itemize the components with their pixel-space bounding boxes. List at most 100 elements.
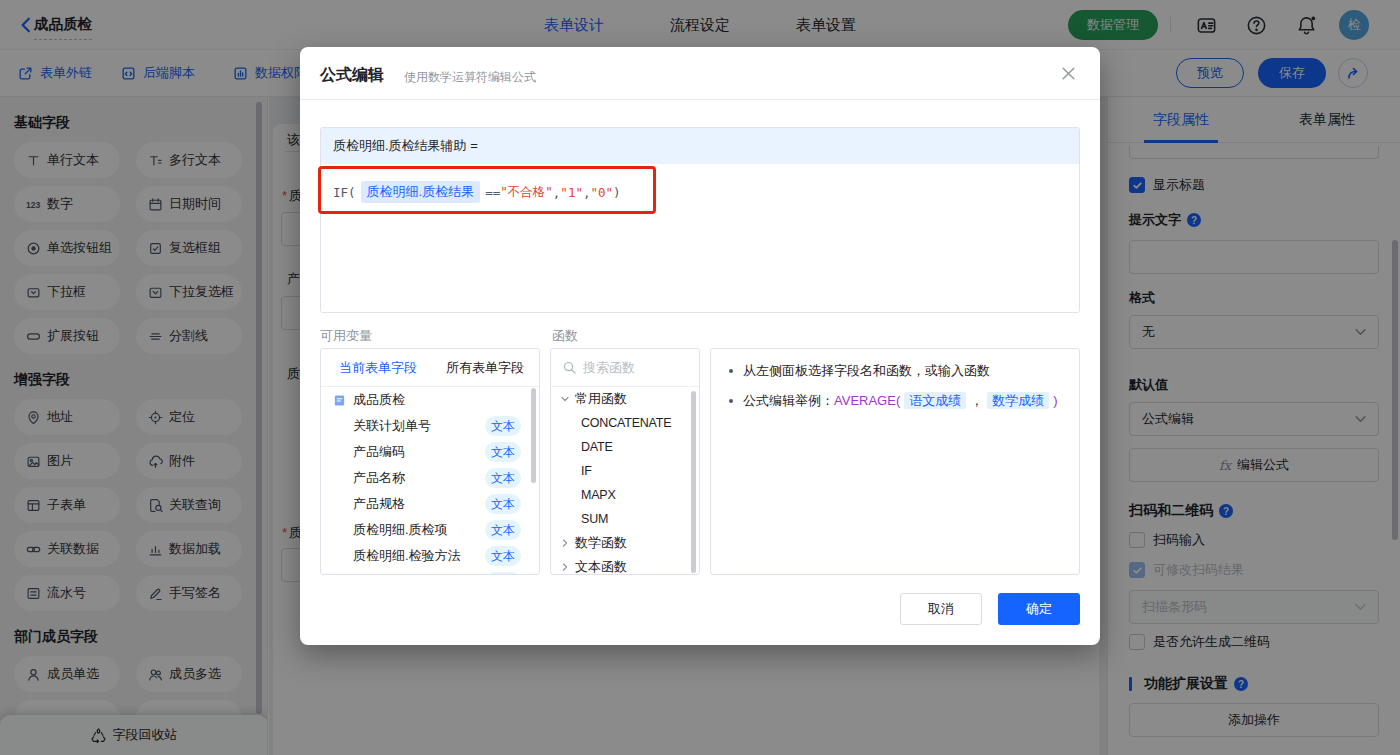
scan-section-label: 扫码和二维码? [1129,502,1233,520]
ext-section-label: 功能扩展设置? [1129,675,1248,693]
back-icon[interactable] [17,16,35,34]
ext-help-icon[interactable]: ? [1234,677,1248,691]
bell-icon[interactable] [1296,15,1317,36]
preview-button[interactable]: 预览 [1176,58,1244,88]
toolbar-link-external-link[interactable]: 表单外链 [18,50,92,96]
member-multi-icon [148,667,163,682]
variables-scrollbar[interactable] [531,388,536,483]
cancel-button[interactable]: 取消 [900,593,982,625]
variable-row-partial[interactable]: 文本 [321,569,539,575]
function-item[interactable]: IF [551,459,699,483]
field-item-radio-group[interactable]: 单选按钮组 [14,230,120,266]
field-type-tag: 文本 [485,494,521,514]
form-node[interactable]: 成品质检 [321,387,539,413]
signature-icon [148,586,163,601]
field-item-location[interactable]: 定位 [136,399,242,435]
qr-allow-checkbox[interactable]: 是否允许生成二维码 [1129,633,1270,651]
edit-formula-button[interactable]: fx编辑公式 [1129,448,1379,482]
form-title[interactable]: 成品质检 [34,15,92,40]
palette-section-title: 部门成员字段 [14,628,267,646]
formula-field-pill[interactable]: 质检明细.质检结果 [361,181,481,203]
variable-row[interactable]: 质检明细.检验方法文本 [321,543,539,569]
function-item[interactable]: SUM [551,507,699,531]
panel-scrollbar[interactable] [1392,240,1398,540]
field-item-number[interactable]: 123数字 [14,186,120,222]
field-item-member-single[interactable]: 成员单选 [14,656,120,692]
function-item[interactable]: CONCATENATE [551,411,699,435]
variable-row[interactable]: 产品名称文本 [321,465,539,491]
function-group[interactable]: 数学函数 [551,531,699,555]
field-item-divider[interactable]: 分割线 [136,318,242,354]
field-recycle-bin[interactable]: 字段回收站 [0,715,268,755]
field-item-select[interactable]: 下拉框 [14,274,120,310]
field-item-datetime[interactable]: 日期时间 [136,186,242,222]
avatar[interactable]: 检 [1339,10,1369,40]
function-group[interactable]: 常用函数 [551,387,699,411]
field-item-signature[interactable]: 手写签名 [136,575,242,611]
hint-help-icon[interactable]: ? [1187,213,1201,227]
number-icon: 123 [26,197,41,212]
save-button[interactable]: 保存 [1258,58,1326,88]
function-item[interactable]: DATE [551,435,699,459]
field-item-multi-text[interactable]: 多行文本 [136,142,242,178]
formula-editor: 质检明细.质检结果辅助 = IF(质检明细.质检结果=="不合格","1","0… [320,127,1080,313]
topbar-tab-0[interactable]: 表单设计 [544,16,604,35]
field-item-attachment[interactable]: 附件 [136,443,242,479]
field-item-image[interactable]: 图片 [14,443,120,479]
field-item-link-data[interactable]: 关联数据 [14,531,120,567]
title-input-partial[interactable] [1129,146,1379,159]
toolbar-link-data-permission[interactable]: 数据权限 [233,50,307,96]
help-icon[interactable] [1246,15,1267,36]
function-search[interactable]: 搜索函数 [551,349,699,387]
function-group[interactable]: 文本函数 [551,555,699,575]
field-item-checkbox-group[interactable]: 复选框组 [136,230,242,266]
variable-row[interactable]: 关联计划单号文本 [321,413,539,439]
serial-icon [26,586,41,601]
toolbar-link-script[interactable]: 后端脚本 [121,50,195,96]
variable-row[interactable]: 质检明细.质检项文本 [321,517,539,543]
field-item-ext-button[interactable]: 扩展按钮 [14,318,120,354]
field-item-data-load[interactable]: 数据加载 [136,531,242,567]
sidebar-scrollbar[interactable] [256,102,262,714]
variable-row[interactable]: 产品规格文本 [321,491,539,517]
ok-button[interactable]: 确定 [998,593,1080,625]
modal-subtitle: 使用数学运算符编辑公式 [404,69,536,86]
default-value-select[interactable]: 公式编辑 [1129,402,1379,436]
var-tab-1[interactable]: 所有表单字段 [446,359,524,377]
scan-help-icon[interactable]: ? [1219,504,1233,518]
field-item-subform[interactable]: 子表单 [14,487,120,523]
format-select[interactable]: 无 [1129,315,1379,349]
hint-text-input[interactable] [1129,240,1379,274]
field-label-fragment: 质 [287,365,300,383]
add-action-button[interactable]: 添加操作 [1129,703,1379,737]
variables-label: 可用变量 [320,327,372,345]
show-title-label: 显示标题 [1153,176,1205,194]
topbar-tab-1[interactable]: 流程设定 [670,16,730,35]
topbar-tab-2[interactable]: 表单设置 [796,16,856,35]
translate-icon[interactable] [1196,15,1217,36]
close-icon[interactable] [1061,66,1076,81]
var-tab-0[interactable]: 当前表单字段 [339,359,417,377]
scan-barcode-select: 扫描条形码 [1129,590,1379,624]
panel-tab-1[interactable]: 表单属性 [1254,97,1400,142]
field-item-link-query[interactable]: 关联查询 [136,487,242,523]
functions-scrollbar[interactable] [691,391,696,573]
field-item-single-text[interactable]: 单行文本 [14,142,120,178]
app: 成品质检 表单设计 流程设定 表单设置 数据管理 检 表单外链后端脚本数据权限 预览… [0,0,1400,755]
show-title-checkbox[interactable]: 显示标题 [1129,176,1205,194]
field-item-address[interactable]: 地址 [14,399,120,435]
scan-editable-checkbox: 可修改扫码结果 [1129,561,1244,579]
formula-expression[interactable]: IF(质检明细.质检结果=="不合格","1","0") [321,164,1079,220]
datetime-icon [148,197,163,212]
topbar-tabs: 表单设计 流程设定 表单设置 [544,0,856,50]
variable-row[interactable]: 产品编码文本 [321,439,539,465]
scan-input-checkbox[interactable]: 扫码输入 [1129,531,1205,549]
field-item-serial[interactable]: 流水号 [14,575,120,611]
field-item-member-multi[interactable]: 成员多选 [136,656,242,692]
share-button[interactable] [1338,58,1368,88]
panel-tab-0[interactable]: 字段属性 [1108,97,1254,142]
formula-target: 质检明细.质检结果辅助 = [321,128,1079,164]
field-item-multi-select[interactable]: 下拉复选框 [136,274,242,310]
data-manage-button[interactable]: 数据管理 [1068,10,1158,40]
function-item[interactable]: MAPX [551,483,699,507]
